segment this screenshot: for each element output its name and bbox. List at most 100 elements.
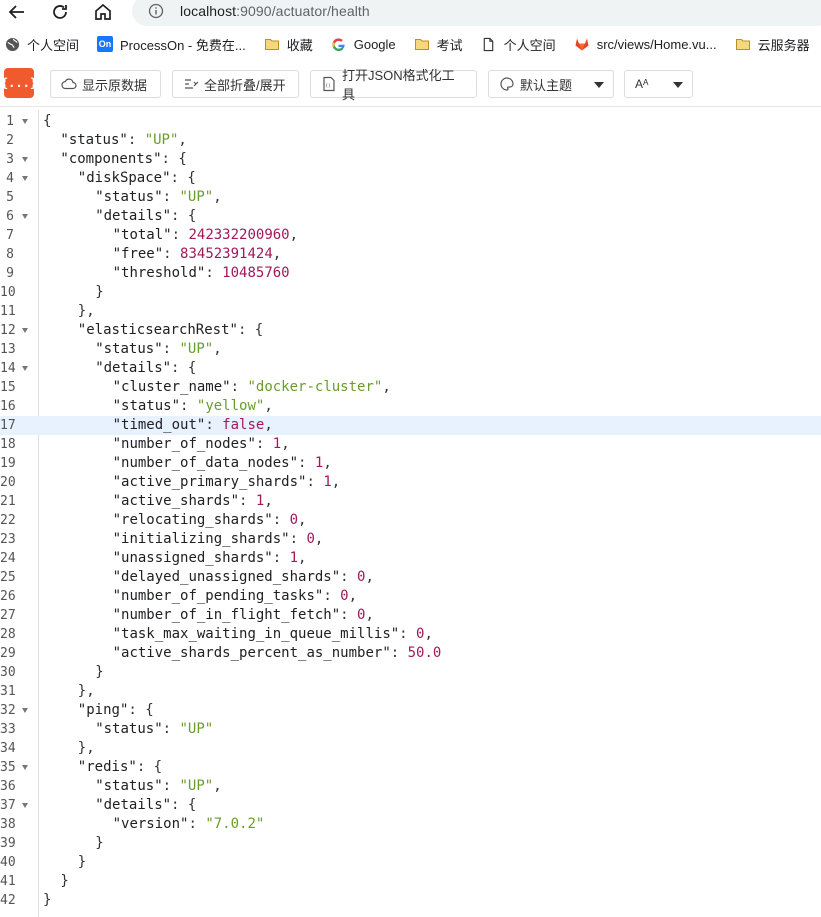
json-punct: , xyxy=(289,227,299,243)
json-punct: : xyxy=(230,379,248,395)
line-number: 30 xyxy=(0,665,16,680)
code-text: "threshold": 10485760 xyxy=(113,264,290,283)
json-punct: : { xyxy=(237,322,264,338)
code-text: } xyxy=(43,891,51,910)
code-line: 8 "free": 83452391424, xyxy=(0,245,821,264)
json-punct: , xyxy=(331,474,341,490)
reload-button[interactable] xyxy=(45,0,75,24)
home-button[interactable] xyxy=(88,0,118,24)
json-number: 1 xyxy=(323,474,332,490)
code-line: 34}, xyxy=(0,739,821,758)
code-text: "status": "UP", xyxy=(60,131,186,150)
json-punct: : xyxy=(289,531,307,547)
folder-icon xyxy=(414,36,430,52)
bookmark-item[interactable]: Google xyxy=(327,31,400,57)
json-key: "elasticsearchRest" xyxy=(77,322,238,338)
json-key: "active_shards" xyxy=(112,493,240,509)
json-punct: : xyxy=(340,607,358,623)
line-number: 19 xyxy=(0,456,16,471)
bookmark-label: src/views/Home.vu... xyxy=(596,36,717,52)
code-text: "status": "yellow", xyxy=(113,397,273,416)
bookmark-item[interactable]: 考试 xyxy=(410,31,467,57)
fold-toggle-icon[interactable] xyxy=(22,214,28,219)
line-number: 16 xyxy=(0,399,16,414)
theme-select-label: 默认主题 xyxy=(520,77,573,93)
bookmark-item[interactable]: 云服务器 xyxy=(731,31,814,57)
line-number: 8 xyxy=(6,247,14,262)
json-key: "number_of_in_flight_fetch" xyxy=(112,607,341,623)
fold-all-button[interactable]: 全部折叠/展开 xyxy=(172,70,299,98)
json-code-view[interactable]: 1{2 "status": "UP", 3 "components": {4 "disk… xyxy=(0,110,821,917)
line-number: 14 xyxy=(0,361,16,376)
fold-toggle-icon[interactable] xyxy=(22,708,28,713)
json-punct: : { xyxy=(171,797,197,813)
code-line: 19 "number_of_data_nodes": 1, xyxy=(0,454,821,473)
json-punct: : xyxy=(399,626,417,642)
fold-toggle-icon[interactable] xyxy=(22,366,28,371)
line-number: 32 xyxy=(0,703,16,718)
bookmark-item[interactable]: 个人空间 xyxy=(0,31,83,57)
json-punct: , xyxy=(272,246,282,262)
fold-toggle-icon[interactable] xyxy=(22,328,28,333)
json-string: "yellow" xyxy=(196,398,265,414)
code-text: "number_of_data_nodes": 1, xyxy=(113,454,332,473)
code-text: "number_of_pending_tasks": 0, xyxy=(113,587,357,606)
back-arrow-icon xyxy=(8,5,24,19)
json-punct: , xyxy=(348,588,358,604)
show-raw-button[interactable]: 显示原数据 xyxy=(50,70,161,98)
json-punct: : { xyxy=(171,360,197,376)
bookmark-item[interactable]: On ProcessOn - 免费在... xyxy=(93,31,250,57)
code-line: 25 "delayed_unassigned_shards": 0, xyxy=(0,568,821,587)
fold-toggle-icon[interactable] xyxy=(22,765,28,770)
fold-toggle-icon[interactable] xyxy=(22,176,28,181)
fold-toggle-icon[interactable] xyxy=(22,157,28,162)
back-button[interactable] xyxy=(2,0,32,24)
json-string: "7.0.2" xyxy=(205,816,265,832)
json-punct: , xyxy=(178,132,187,148)
code-text: "details": { xyxy=(95,796,196,815)
code-text: "status": "UP" xyxy=(95,720,213,739)
code-line: 18 "number_of_nodes": 1, xyxy=(0,435,821,454)
address-bar[interactable]: localhost:9090/actuator/health xyxy=(132,0,821,26)
bookmark-item[interactable]: 个人空间 xyxy=(477,31,560,57)
chevron-down-icon xyxy=(594,82,604,88)
code-text: "ping": { xyxy=(78,701,154,720)
line-number: 13 xyxy=(0,342,16,357)
bookmark-item[interactable]: 收藏 xyxy=(260,31,317,57)
code-line: 5 "status": "UP", xyxy=(0,188,821,207)
bookmark-item[interactable]: src/views/Home.vu... xyxy=(570,31,721,57)
fold-all-label: 全部折叠/展开 xyxy=(204,77,286,93)
line-number: 33 xyxy=(0,722,16,737)
site-info-icon[interactable] xyxy=(148,3,164,19)
line-number: 10 xyxy=(0,285,16,300)
bookmark-label: ProcessOn - 免费在... xyxy=(120,37,246,53)
page-icon xyxy=(481,36,497,52)
code-line: 23 "initializing_shards": 0, xyxy=(0,530,821,549)
line-number: 39 xyxy=(0,836,16,851)
code-line: 21 "active_shards": 1, xyxy=(0,492,821,511)
json-key: "status" xyxy=(95,189,163,205)
json-number: 10485760 xyxy=(222,265,290,281)
open-formatter-button[interactable]: {} 打开JSON格式化工具 xyxy=(310,68,477,102)
code-line: 9 "threshold": 10485760 xyxy=(0,264,821,283)
line-number: 31 xyxy=(0,684,16,699)
fold-toggle-icon[interactable] xyxy=(22,803,28,808)
font-size-select[interactable]: Aᴬ xyxy=(624,70,693,98)
line-number: 36 xyxy=(0,779,16,794)
line-number: 23 xyxy=(0,532,16,547)
json-viewer-logo[interactable]: {...} xyxy=(1,68,37,98)
json-key: "total" xyxy=(112,227,172,243)
code-line: 22 "relocating_shards": 0, xyxy=(0,511,821,530)
json-key: "active_shards_percent_as_number" xyxy=(112,645,391,661)
show-raw-label: 显示原数据 xyxy=(82,77,148,93)
json-punct: , xyxy=(264,493,273,509)
line-number: 37 xyxy=(0,798,16,813)
fold-toggle-icon[interactable] xyxy=(22,119,28,124)
open-formatter-label: 打开JSON格式化工具 xyxy=(342,68,455,102)
line-number: 21 xyxy=(0,494,16,509)
cloud-icon xyxy=(61,78,77,90)
json-key: "details" xyxy=(95,797,172,813)
line-number: 12 xyxy=(0,323,16,338)
theme-select[interactable]: 默认主题 xyxy=(488,70,614,98)
url-text[interactable]: localhost:9090/actuator/health xyxy=(180,3,370,19)
